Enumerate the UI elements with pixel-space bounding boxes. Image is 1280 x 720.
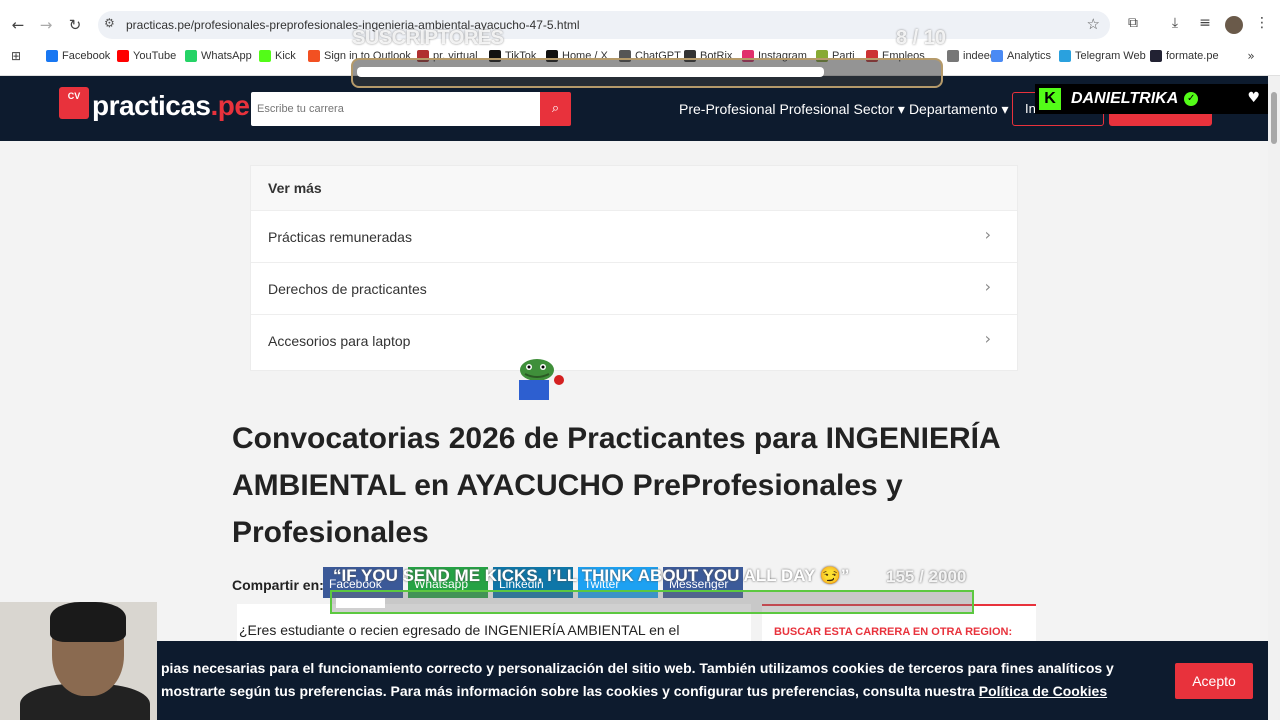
card-item-label: Prácticas remuneradas	[268, 229, 412, 245]
card-item[interactable]: Accesorios para laptop ›	[251, 314, 1017, 366]
more-bookmarks-icon[interactable]: »	[1242, 49, 1260, 67]
bookmark-favicon-icon	[308, 50, 320, 62]
nav-sector[interactable]: Sector ▾	[854, 101, 905, 118]
page-scrollbar[interactable]	[1268, 76, 1280, 720]
site-info-icon[interactable]: ⚙	[104, 16, 115, 30]
see-more-card: Ver más Prácticas remuneradas › Derechos …	[250, 165, 1018, 371]
bookmark-label: Analytics	[1007, 50, 1052, 62]
extensions-icon[interactable]: ⧉	[1124, 15, 1142, 33]
kick-bar-fill	[336, 598, 386, 608]
nav-preprofesional[interactable]: Pre-Profesional	[679, 101, 776, 118]
region-search-heading: BUSCAR ESTA CARRERA EN OTRA REGION:	[774, 626, 1013, 638]
kick-goal-message: “IF YOU SEND ME KICKS, I’LL THINK ABOUT …	[333, 566, 850, 585]
bookmark-item[interactable]: Kick	[259, 50, 296, 62]
chevron-right-icon: ›	[984, 329, 991, 348]
cookie-policy-link[interactable]: Política de Cookies	[979, 683, 1107, 699]
apps-grid-icon[interactable]: ⊞	[7, 49, 25, 67]
card-item[interactable]: Prácticas remuneradas ›	[251, 210, 1017, 262]
address-bar[interactable]: ⚙ practicas.pe/profesionales-preprofesio…	[98, 11, 1110, 39]
nav-departamento[interactable]: Departamento ▾	[909, 101, 1009, 118]
chevron-down-icon: ▾	[1001, 101, 1009, 117]
nav-sector-label: Sector	[853, 101, 895, 117]
menu-icon[interactable]: ⋮	[1253, 15, 1271, 33]
bookmark-favicon-icon	[117, 50, 129, 62]
page-title: Convocatorias 2026 de Practicantes para …	[232, 422, 1000, 549]
bookmark-favicon-icon	[1059, 50, 1071, 62]
bookmark-favicon-icon	[46, 50, 58, 62]
bookmark-label: YouTube	[133, 50, 177, 62]
goal-title: SUSCRIPTORES	[352, 27, 504, 49]
bookmark-item[interactable]: YouTube	[117, 50, 176, 62]
bookmark-item[interactable]: Facebook	[46, 50, 110, 62]
bookmark-favicon-icon	[1150, 50, 1162, 62]
card-heading: Ver más	[251, 166, 1017, 210]
bookmark-favicon-icon	[185, 50, 197, 62]
logo-suffix-text: .pe	[210, 90, 250, 121]
streamer-tag: K DANIELTRIKA ✓ ♥	[1035, 84, 1268, 114]
career-search	[251, 92, 541, 126]
cookie-text: pias necesarias para el funcionamiento c…	[161, 657, 1151, 703]
chevron-right-icon: ›	[984, 225, 991, 244]
card-item-label: Accesorios para laptop	[268, 333, 411, 349]
kick-logo-icon: K	[1039, 88, 1061, 110]
bookmark-favicon-icon	[947, 50, 959, 62]
search-icon: ⌕	[551, 101, 560, 116]
bookmark-item[interactable]: Analytics	[991, 50, 1051, 62]
share-label: Compartir en:	[232, 577, 324, 593]
scrollbar-thumb[interactable]	[1271, 92, 1277, 144]
download-icon[interactable]: ⤓	[1166, 15, 1184, 33]
bookmark-label: Telegram Web	[1075, 50, 1146, 62]
bookmark-label: Kick	[275, 50, 296, 62]
bookmark-item[interactable]: WhatsApp	[185, 50, 252, 62]
card-item-label: Derechos de practicantes	[268, 281, 427, 297]
cookie-banner: pias necesarias para el funcionamiento c…	[0, 641, 1268, 720]
forward-icon[interactable]: →	[37, 16, 55, 34]
verified-icon: ✓	[1184, 92, 1199, 106]
bookmark-item[interactable]: indeed	[947, 50, 996, 62]
webcam-hair-shape	[50, 602, 126, 642]
back-icon[interactable]: ←	[9, 16, 27, 34]
nav-departamento-label: Departamento	[908, 101, 998, 117]
accept-cookies-button[interactable]: Acepto	[1175, 663, 1253, 699]
bookmark-label: Facebook	[62, 50, 111, 62]
subscriber-goal-bar	[351, 58, 943, 88]
chevron-right-icon: ›	[984, 277, 991, 296]
reload-icon[interactable]: ↻	[66, 16, 84, 34]
logo-main-text: practicas	[92, 90, 211, 121]
frog-emote-icon	[519, 359, 564, 400]
bookmark-favicon-icon	[991, 50, 1003, 62]
career-search-input[interactable]	[251, 92, 541, 126]
kick-goal-count: 155 / 2000	[886, 567, 967, 586]
goal-bar-fill	[357, 67, 825, 77]
bookmark-item[interactable]: Telegram Web	[1059, 50, 1146, 62]
site-logo[interactable]: practicas.pe	[92, 90, 250, 122]
bookmark-favicon-icon	[259, 50, 271, 62]
card-item[interactable]: Derechos de practicantes ›	[251, 262, 1017, 314]
nav-profesional[interactable]: Profesional	[780, 101, 850, 118]
profile-avatar[interactable]	[1225, 16, 1243, 34]
search-button[interactable]: ⌕	[540, 92, 571, 126]
bookmark-label: WhatsApp	[201, 50, 252, 62]
cookie-message: pias necesarias para el funcionamiento c…	[161, 660, 1114, 699]
bookmark-label: formate.pe	[1166, 50, 1219, 62]
webcam-overlay	[0, 602, 157, 720]
kick-goal-bar	[330, 590, 974, 614]
heart-icon: ♥	[1247, 90, 1260, 106]
chevron-down-icon: ▾	[897, 101, 905, 117]
media-icon[interactable]: ≡	[1196, 15, 1214, 33]
logo-badge[interactable]: CV	[59, 87, 89, 119]
goal-count: 8 / 10	[896, 27, 947, 49]
streamer-name: DANIELTRIKA	[1071, 90, 1179, 107]
bookmark-star-icon[interactable]: ☆	[1087, 15, 1100, 33]
main-nav: Pre-Profesional Profesional Sector ▾ Dep…	[679, 101, 1009, 118]
bookmark-item[interactable]: formate.pe	[1150, 50, 1219, 62]
